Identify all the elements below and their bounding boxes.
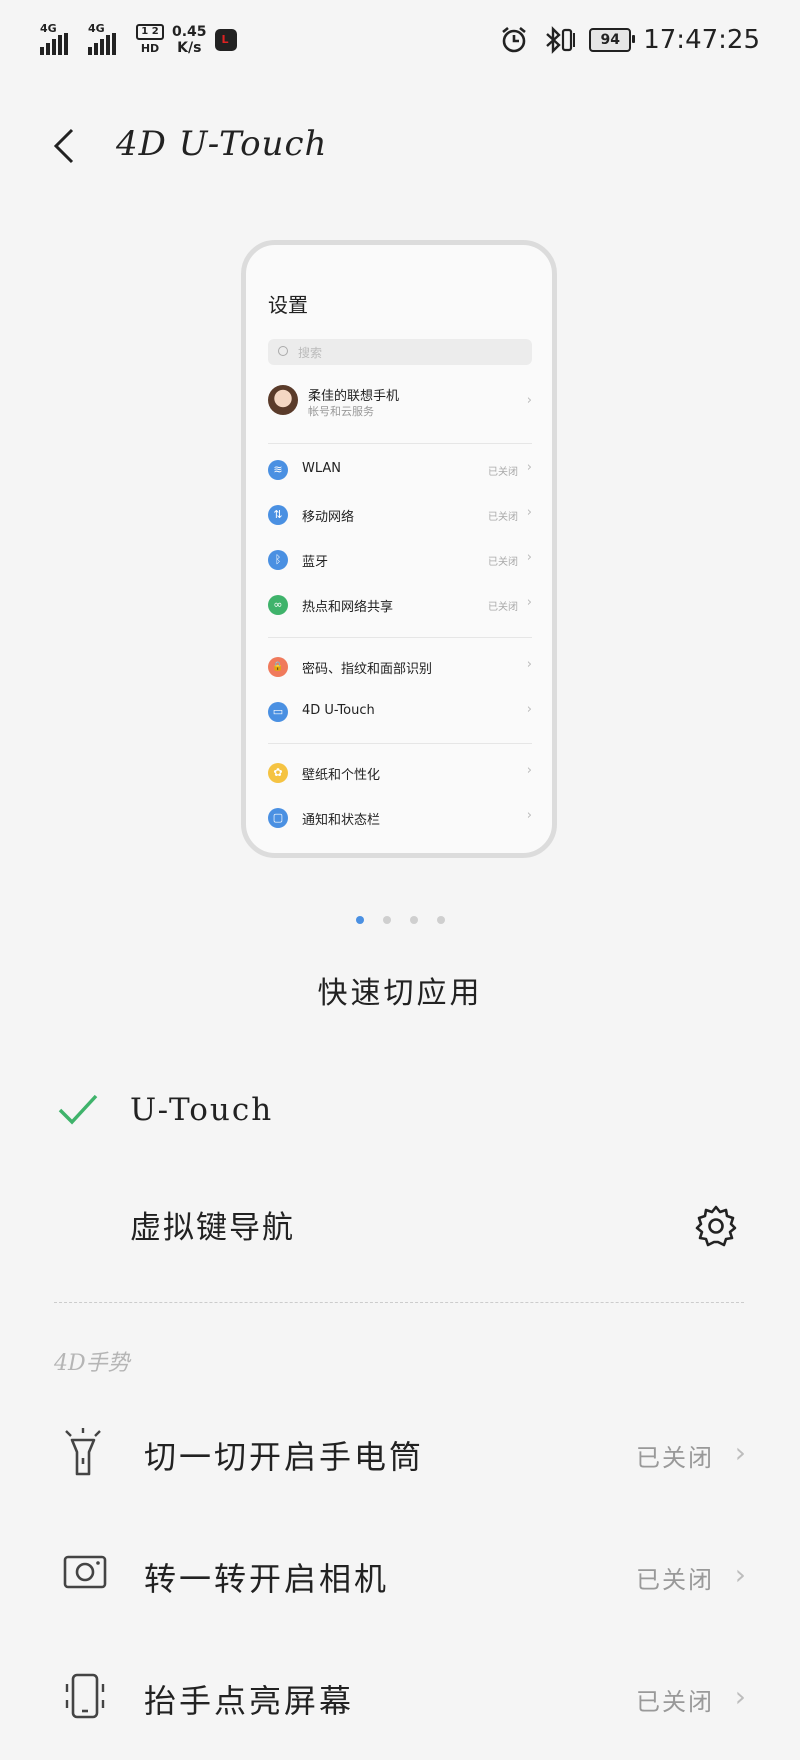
chevron-right-icon: ›: [526, 808, 532, 823]
checkmark-icon: [58, 1094, 98, 1125]
bluetooth-icon: ᛒ: [268, 550, 288, 570]
preview-row-utouch: ▭ 4D U-Touch ›: [268, 699, 532, 727]
chevron-right-icon: ›: [734, 1558, 746, 1591]
chevron-left-icon: [53, 128, 74, 164]
gesture-status: 已关闭: [636, 1566, 714, 1594]
battery-icon: 94: [589, 28, 636, 52]
hd-volte-icon: 1 2 HD: [136, 24, 164, 56]
camera-icon: [63, 1555, 107, 1589]
signal-strength-icon-2: 4G: [88, 23, 128, 57]
status-bar-right: 94 17:47:25: [499, 22, 760, 58]
bluetooth-vibrate-icon: [546, 26, 576, 54]
carousel-dot[interactable]: [383, 916, 391, 924]
carousel-dot[interactable]: [410, 916, 418, 924]
flashlight-icon: [65, 1428, 101, 1476]
section-divider: [54, 1302, 744, 1303]
hotspot-link-icon: ∞: [268, 595, 288, 615]
alarm-icon: [502, 26, 527, 53]
preview-search-bar: 搜索: [268, 339, 532, 365]
gesture-label: 抬手点亮屏幕: [144, 1682, 355, 1720]
option-virtual-keys-label: 虚拟键导航: [130, 1210, 295, 1246]
preview-divider: [268, 443, 532, 444]
preview-settings-title: 设置: [268, 293, 308, 317]
preview-row-hotspot: ∞ 热点和网络共享 已关闭 ›: [268, 592, 532, 620]
avatar: [268, 385, 298, 415]
preview-row-security: 🔒 密码、指纹和面部识别 ›: [268, 654, 532, 682]
gesture-row-raise-wake[interactable]: 抬手点亮屏幕 已关闭 ›: [0, 1638, 800, 1760]
preview-row-wallpaper: ✿ 壁纸和个性化 ›: [268, 760, 532, 788]
carousel-dot[interactable]: [356, 916, 364, 924]
phone-raise-icon: [65, 1673, 105, 1719]
chevron-right-icon: ›: [526, 702, 532, 717]
wifi-icon: ≋: [268, 460, 288, 480]
chevron-right-icon: ›: [526, 393, 532, 408]
preview-account-row: 柔佳的联想手机 帐号和云服务 ›: [268, 385, 532, 425]
option-utouch-label: U-Touch: [130, 1092, 274, 1128]
gesture-row-camera[interactable]: 转一转开启相机 已关闭 ›: [0, 1516, 800, 1638]
wallpaper-icon: ✿: [268, 763, 288, 783]
section-title-4d-gestures: 4D手势: [54, 1351, 130, 1376]
status-clock: 17:47:25: [643, 25, 760, 55]
notification-icon: ▢: [268, 808, 288, 828]
notification-app-icon: L: [214, 29, 237, 51]
carousel-dot[interactable]: [437, 916, 445, 924]
chevron-right-icon: ›: [526, 460, 532, 475]
page-title: 4D U-Touch: [116, 124, 328, 164]
chevron-right-icon: ›: [734, 1436, 746, 1469]
chevron-right-icon: ›: [526, 505, 532, 520]
search-icon: [278, 346, 288, 356]
signal-strength-icon: 4G: [40, 23, 80, 57]
utouch-icon: ▭: [268, 702, 288, 722]
status-bar-left: 4G 4G 1 2 HD 0.45 K/s L: [40, 22, 237, 58]
gear-icon[interactable]: [694, 1204, 738, 1248]
lock-icon: 🔒: [268, 657, 288, 677]
mobile-data-icon: ⇅: [268, 505, 288, 525]
preview-row-mobile-network: ⇅ 移动网络 已关闭 ›: [268, 502, 532, 530]
network-speed: 0.45 K/s: [172, 24, 207, 56]
chevron-right-icon: ›: [734, 1680, 746, 1713]
gesture-label: 转一转开启相机: [144, 1560, 390, 1598]
option-utouch[interactable]: U-Touch: [0, 1058, 800, 1168]
back-button[interactable]: [46, 124, 82, 168]
gesture-status: 已关闭: [636, 1688, 714, 1716]
option-virtual-keys[interactable]: 虚拟键导航: [0, 1168, 800, 1278]
carousel-indicator[interactable]: [356, 916, 445, 924]
preview-row-wlan: ≋ WLAN 已关闭 ›: [268, 457, 532, 485]
preview-divider: [268, 637, 532, 638]
chevron-right-icon: ›: [526, 595, 532, 610]
preview-caption: 快速切应用: [317, 976, 483, 1011]
gesture-row-flashlight[interactable]: 切一切开启手电筒 已关闭 ›: [0, 1394, 800, 1516]
gesture-label: 切一切开启手电筒: [144, 1438, 425, 1476]
chevron-right-icon: ›: [526, 550, 532, 565]
preview-row-notifications: ▢ 通知和状态栏 ›: [268, 805, 532, 833]
preview-divider: [268, 743, 532, 744]
gesture-preview-phone: 设置 搜索 柔佳的联想手机 帐号和云服务 › ≋ WLAN 已关闭 › ⇅ 移动…: [241, 240, 557, 858]
gesture-status: 已关闭: [636, 1444, 714, 1472]
chevron-right-icon: ›: [526, 763, 532, 778]
chevron-right-icon: ›: [526, 657, 532, 672]
preview-row-bluetooth: ᛒ 蓝牙 已关闭 ›: [268, 547, 532, 575]
